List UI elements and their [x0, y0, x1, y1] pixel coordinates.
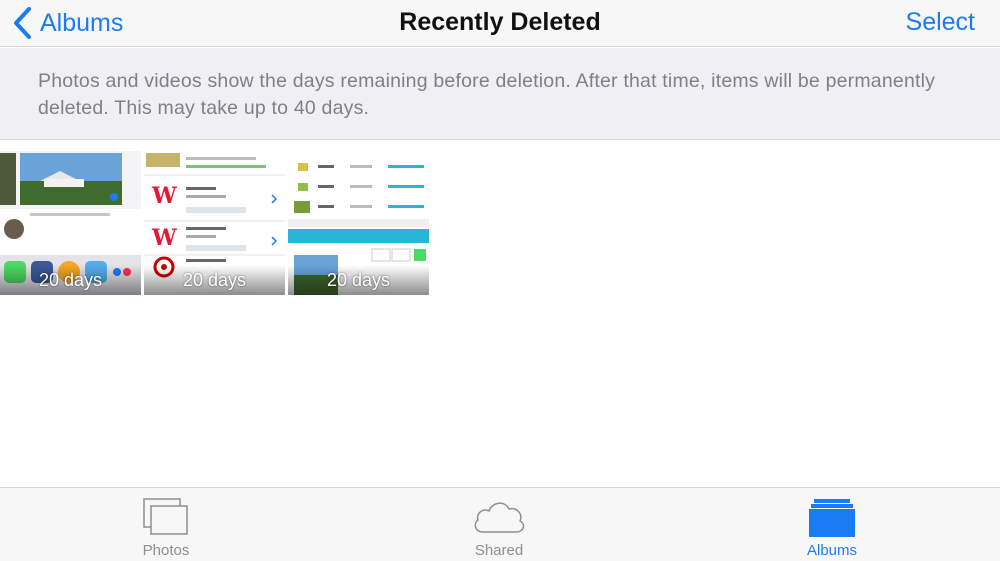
deletion-info-banner: Photos and videos show the days remainin… [0, 48, 1000, 140]
navigation-bar: Albums Recently Deleted Select [0, 0, 1000, 47]
deleted-item-thumbnail[interactable]: 20 days [0, 151, 141, 295]
page-title: Recently Deleted [399, 8, 601, 36]
days-remaining-label: 20 days [144, 265, 285, 295]
photos-stack-icon [143, 498, 188, 535]
deleted-items-grid: 20 days W W 20 days 20 days [0, 151, 429, 295]
tab-photos[interactable]: Photos [86, 488, 246, 561]
tab-albums[interactable]: Albums [752, 488, 912, 561]
tab-albums-label: Albums [806, 542, 858, 559]
tab-shared-label: Shared [474, 542, 524, 559]
tab-shared[interactable]: Shared [419, 488, 579, 561]
svg-text:W: W [151, 183, 177, 209]
svg-text:W: W [151, 225, 177, 251]
tab-bar: Photos Shared Albums [0, 487, 1000, 561]
days-remaining-label: 20 days [288, 265, 429, 295]
chevron-left-icon [14, 7, 31, 39]
days-remaining-label: 20 days [0, 265, 141, 295]
tab-photos-label: Photos [142, 542, 190, 559]
deleted-item-thumbnail[interactable]: W W 20 days [144, 151, 285, 295]
select-button[interactable]: Select [906, 8, 975, 37]
albums-folder-icon [809, 499, 855, 537]
deleted-item-thumbnail[interactable]: 20 days [288, 151, 429, 295]
recently-deleted-screen: Albums Recently Deleted Select Photos an… [0, 0, 1000, 561]
cloud-icon [474, 502, 525, 533]
back-to-albums-button[interactable]: Albums [10, 4, 123, 42]
back-button-label: Albums [40, 8, 124, 37]
